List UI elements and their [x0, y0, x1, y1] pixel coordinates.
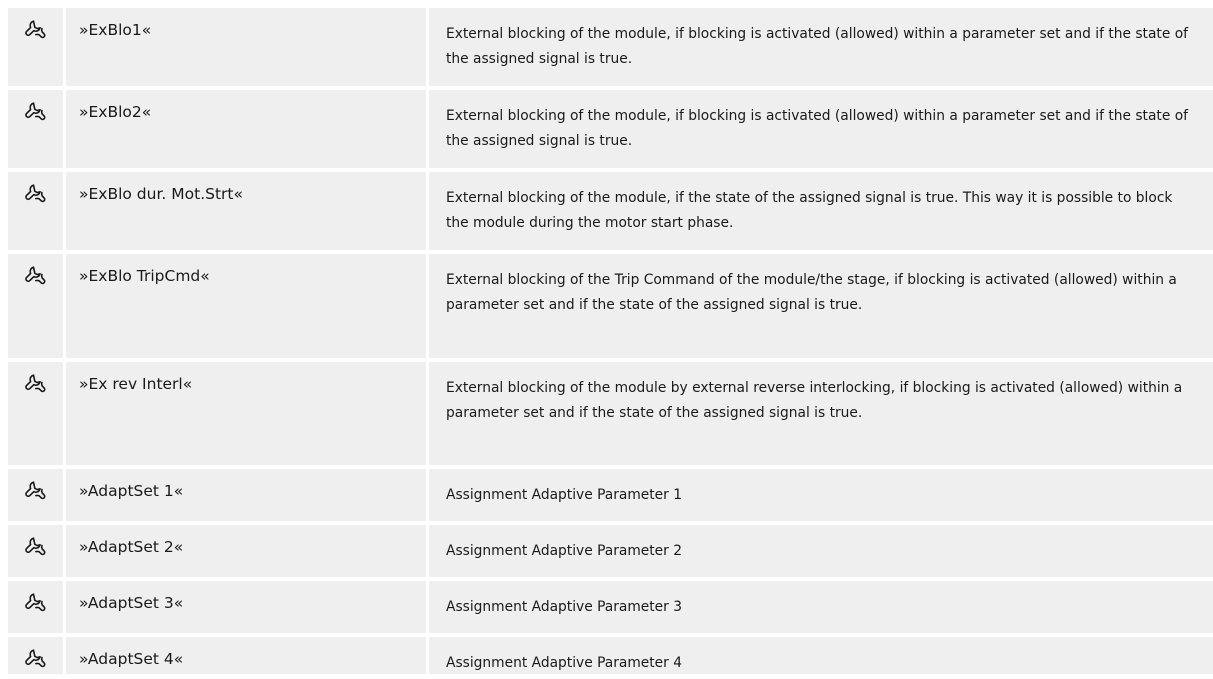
wrench-icon: [25, 537, 46, 556]
parameter-description: Assignment Adaptive Parameter 2: [446, 543, 683, 559]
table-row: »ExBlo1« External blocking of the module…: [8, 8, 1213, 86]
parameter-description: External blocking of the module by exter…: [446, 380, 1183, 421]
wrench-icon: [25, 649, 46, 668]
icon-cell: [8, 637, 66, 674]
wrench-icon: [25, 184, 46, 203]
parameter-name: »AdaptSet 2«: [66, 525, 429, 577]
parameter-name: »ExBlo2«: [66, 90, 429, 168]
parameter-description: Assignment Adaptive Parameter 1: [446, 487, 683, 503]
parameter-description: External blocking of the module, if bloc…: [446, 26, 1188, 67]
table-row: »AdaptSet 4« Assignment Adaptive Paramet…: [8, 637, 1213, 674]
parameter-description: Assignment Adaptive Parameter 4: [446, 655, 683, 671]
table-row: »AdaptSet 2« Assignment Adaptive Paramet…: [8, 525, 1213, 577]
parameter-table: »ExBlo1« External blocking of the module…: [8, 8, 1213, 678]
icon-cell: [8, 172, 66, 250]
icon-cell: [8, 254, 66, 358]
wrench-icon: [25, 593, 46, 612]
parameter-name: »ExBlo dur. Mot.Strt«: [66, 172, 429, 250]
parameter-name: »AdaptSet 1«: [66, 469, 429, 521]
icon-cell: [8, 8, 66, 86]
parameter-name: »Ex rev Interl«: [66, 362, 429, 465]
wrench-icon: [25, 266, 46, 285]
icon-cell: [8, 90, 66, 168]
table-row: »Ex rev Interl« External blocking of the…: [8, 362, 1213, 465]
table-row: »AdaptSet 3« Assignment Adaptive Paramet…: [8, 581, 1213, 633]
icon-cell: [8, 581, 66, 633]
table-row: »ExBlo dur. Mot.Strt« External blocking …: [8, 172, 1213, 250]
table-row: »AdaptSet 1« Assignment Adaptive Paramet…: [8, 469, 1213, 521]
parameter-description: External blocking of the Trip Command of…: [446, 272, 1177, 313]
table-row: »ExBlo TripCmd« External blocking of the…: [8, 254, 1213, 358]
parameter-description: External blocking of the module, if the …: [446, 190, 1173, 231]
parameter-name: »ExBlo TripCmd«: [66, 254, 429, 358]
parameter-name: »AdaptSet 3«: [66, 581, 429, 633]
parameter-description: External blocking of the module, if bloc…: [446, 108, 1188, 149]
wrench-icon: [25, 102, 46, 121]
icon-cell: [8, 525, 66, 577]
icon-cell: [8, 469, 66, 521]
wrench-icon: [25, 481, 46, 500]
wrench-icon: [25, 20, 46, 39]
parameter-description: Assignment Adaptive Parameter 3: [446, 599, 683, 615]
table-row: »ExBlo2« External blocking of the module…: [8, 90, 1213, 168]
wrench-icon: [25, 374, 46, 393]
parameter-name: »AdaptSet 4«: [66, 637, 429, 674]
icon-cell: [8, 362, 66, 465]
parameter-name: »ExBlo1«: [66, 8, 429, 86]
